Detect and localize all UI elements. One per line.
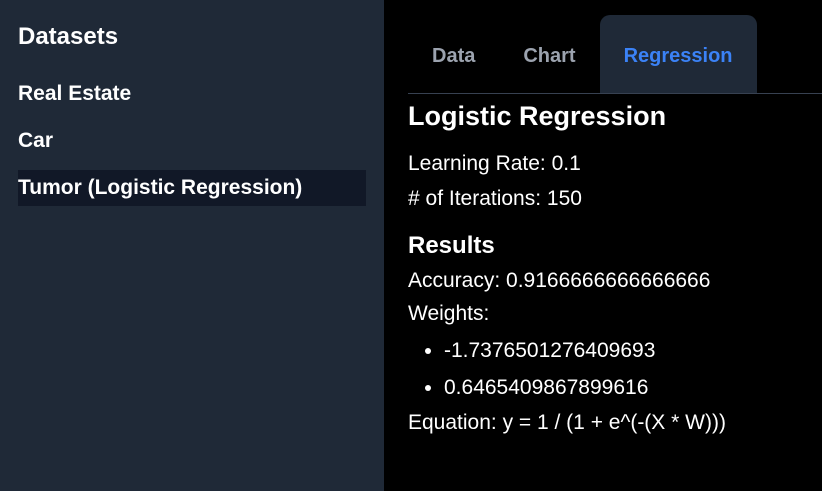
iterations-text: # of Iterations: 150 <box>408 187 582 210</box>
equation-text: Equation: y = 1 / (1 + e^(-(X * W))) <box>408 411 726 434</box>
sidebar-title: Datasets <box>18 23 119 50</box>
weight-item: 0.6465409867899616 <box>444 369 812 406</box>
weight-item: -1.7376501276409693 <box>444 332 812 369</box>
tab-bar: Data Chart Regression <box>408 15 822 94</box>
main-panel: Data Chart Regression Logistic Regressio… <box>384 0 822 491</box>
sidebar-item-car[interactable]: Car <box>18 123 366 159</box>
weights-list: -1.7376501276409693 0.6465409867899616 <box>408 332 812 406</box>
sidebar: Datasets Real Estate Car Tumor (Logistic… <box>0 0 384 491</box>
accuracy-text: Accuracy: 0.9166666666666666 <box>408 269 711 292</box>
learning-rate-text: Learning Rate: 0.1 <box>408 152 581 175</box>
app: Datasets Real Estate Car Tumor (Logistic… <box>0 0 822 491</box>
sidebar-item-tumor[interactable]: Tumor (Logistic Regression) <box>18 170 366 206</box>
tab-regression[interactable]: Regression <box>599 15 757 93</box>
tab-chart[interactable]: Chart <box>499 15 599 93</box>
dataset-list: Real Estate Car Tumor (Logistic Regressi… <box>18 76 384 206</box>
results-heading: Results <box>408 232 495 259</box>
regression-content: Logistic Regression Learning Rate: 0.1 #… <box>408 98 812 439</box>
tab-data[interactable]: Data <box>408 15 499 93</box>
sidebar-item-real-estate[interactable]: Real Estate <box>18 76 366 112</box>
weights-label: Weights: <box>408 302 490 325</box>
page-title: Logistic Regression <box>408 101 667 131</box>
